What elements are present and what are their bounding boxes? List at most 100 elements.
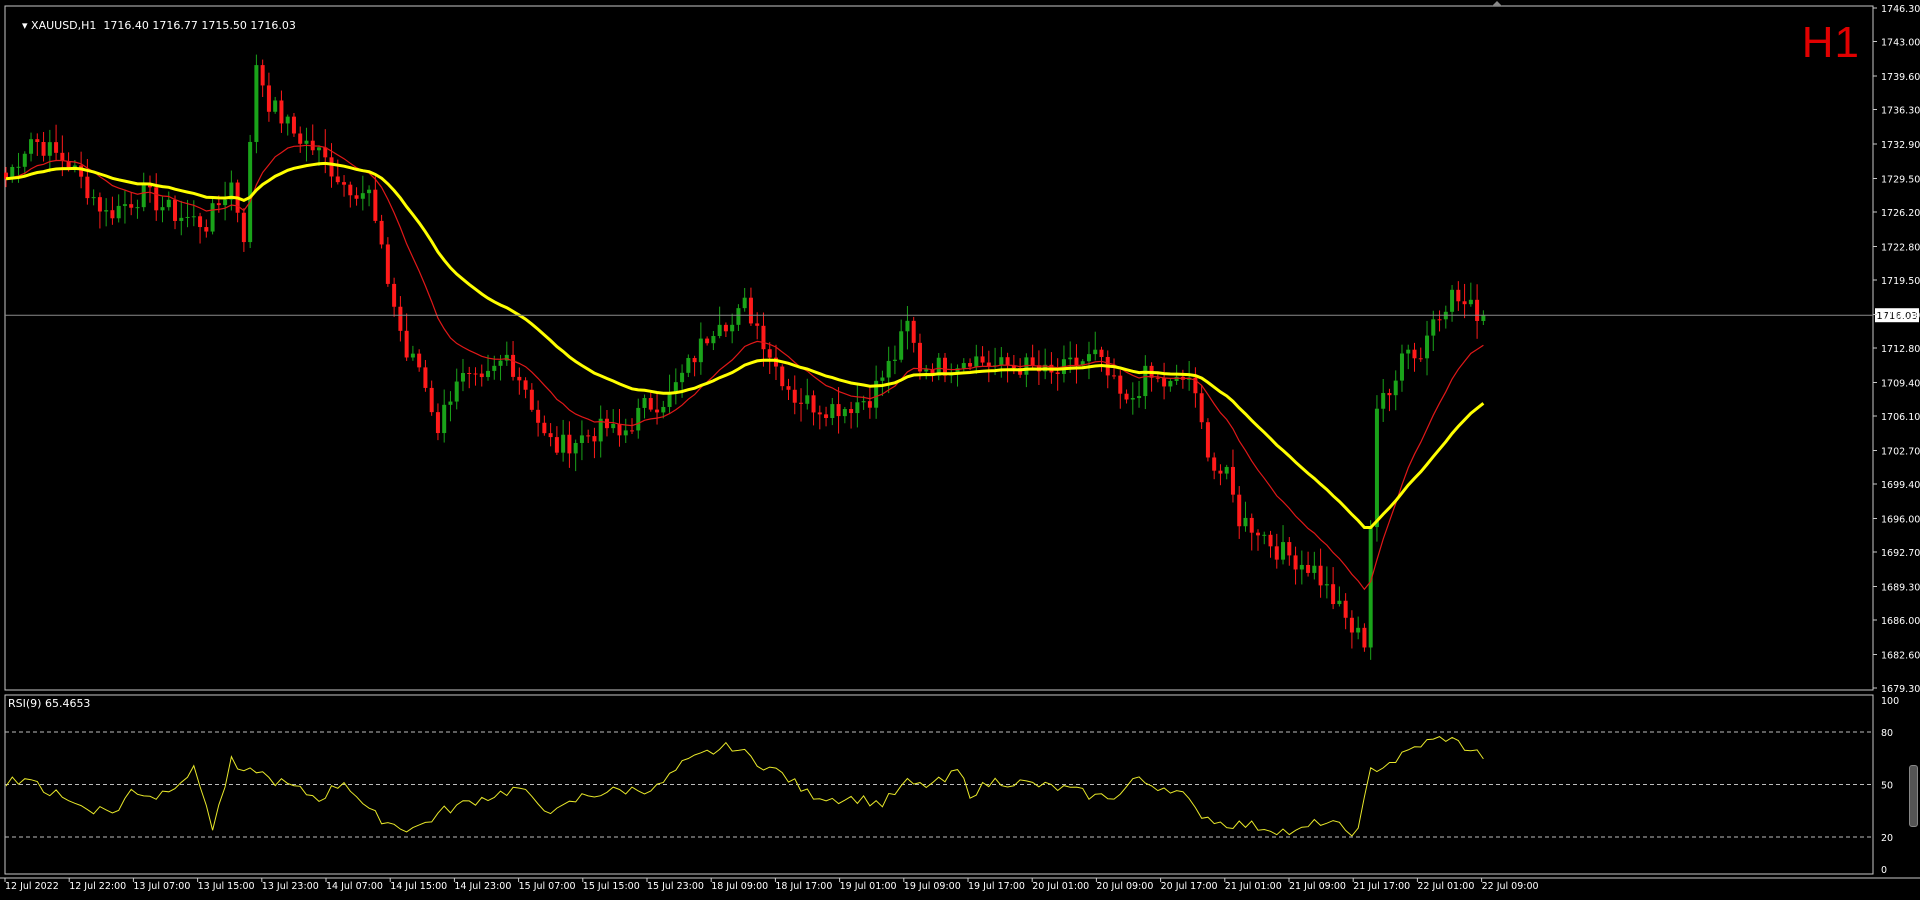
candle [1268,530,1273,558]
candle-body [655,409,660,413]
candle [1324,566,1329,599]
candle-body [298,133,303,144]
candle-body [54,142,59,153]
chart-window[interactable]: 1716.03 100 80 50 20 0 1746.30 1743.00 1739.60… [0,0,1920,900]
candle [1437,310,1442,332]
candle-body [273,100,278,112]
time-tick-label: 20 Jul 09:00 [1096,881,1153,892]
candle [41,131,46,162]
candle-body [736,308,741,325]
candle-body [686,358,691,373]
candle [1431,310,1436,352]
candle [1481,310,1486,326]
candle [135,199,140,219]
candle [1274,533,1279,569]
time-tick-label: 13 Jul 15:00 [198,881,255,892]
candle [254,54,259,154]
candle-body [110,210,115,219]
candle-body [85,176,90,199]
candle-body [974,356,979,367]
rsi-line [5,736,1484,837]
candle-body [454,381,459,402]
candle-body [1212,457,1217,471]
slow-ma-line [5,161,1485,529]
candle-body [1118,375,1123,394]
candle-body [780,366,785,387]
collapse-arrow-icon[interactable]: ▾ [22,19,31,32]
candle [285,114,290,136]
candle [85,158,90,205]
candle [279,90,284,133]
candle [504,341,509,366]
candle-body [755,323,760,326]
time-tick-label: 18 Jul 17:00 [775,881,832,892]
candle [1249,513,1254,551]
candle [235,179,240,223]
candle-body [1155,377,1160,379]
candle-body [1306,564,1311,573]
candle-body [423,367,428,388]
candle-body [1362,627,1367,648]
candle-body [1337,600,1342,605]
candle [1331,567,1336,610]
candle [648,392,653,412]
price-chart[interactable]: 1716.03 1008050200 1746.301743.001739.60… [0,0,1920,900]
candle [705,336,710,346]
candle-body [1393,380,1398,396]
candle [773,344,778,380]
candle [1061,345,1066,383]
candle [154,173,159,221]
candle [1281,525,1286,565]
rsi-scale-label: 100 [1881,696,1899,707]
candle-body [97,197,102,212]
candle-body [892,359,897,361]
candle [1093,331,1098,361]
candle-body [1356,627,1361,633]
candle-body [767,349,772,358]
candle [1180,369,1185,389]
candle [35,133,40,156]
candle-body [817,412,822,415]
candle [1293,546,1298,585]
candle-body [1318,565,1323,586]
candle [1124,389,1129,404]
ohlc-readout: 1716.40 1716.77 1715.50 1716.03 [103,19,296,32]
candle [755,312,760,340]
candle [792,375,797,415]
candle [442,389,447,443]
candle-body [198,216,203,228]
candle-body [285,116,290,124]
candle-body [1381,392,1386,409]
time-tick-label: 13 Jul 07:00 [133,881,190,892]
candle-body [1412,349,1417,359]
candle [1230,449,1235,503]
candle [1162,362,1167,400]
candle-body [1324,584,1329,586]
candle-body [154,187,159,211]
candle [291,113,296,137]
candle [147,175,152,203]
candle [1468,282,1473,307]
candle-body [47,142,52,156]
candle-body [673,382,678,393]
price-tick-label: 1696.00 [1881,515,1920,526]
candle [392,277,397,317]
panel-scroll-handle[interactable] [1909,765,1918,827]
candle-body [573,442,578,454]
candle [417,349,422,372]
candle-body [824,414,829,419]
candle-body [924,369,929,372]
price-tick-label: 1689.30 [1881,583,1920,594]
symbol-label: XAUUSD,H1 [31,19,97,32]
candle [1349,610,1354,649]
rsi-scale-label: 20 [1881,833,1893,844]
candle [1205,418,1210,462]
candle [517,367,522,395]
candle [849,401,854,429]
candle-body [1205,422,1210,458]
candle-body [1387,392,1392,396]
candle [1368,520,1373,660]
price-tick-label: 1729.50 [1881,175,1920,186]
candle [1143,355,1148,410]
candle [304,127,309,162]
